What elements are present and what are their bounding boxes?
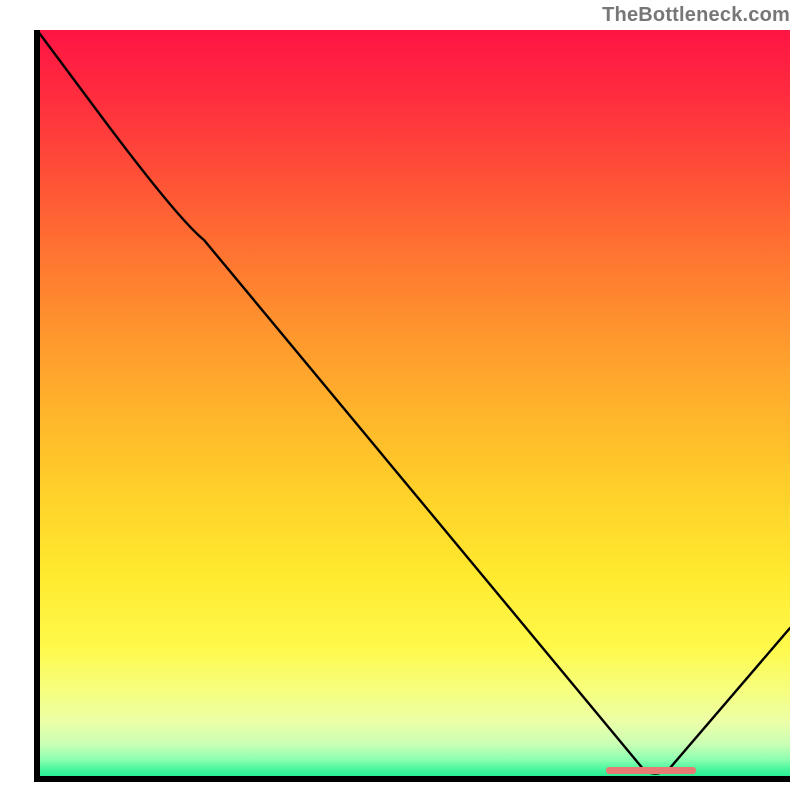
background-gradient: [34, 30, 790, 782]
watermark-text: TheBottleneck.com: [602, 4, 790, 27]
optimal-marker: [606, 767, 696, 774]
plot-area: [34, 30, 790, 782]
chart-container: { "watermark": "TheBottleneck.com", "cha…: [0, 0, 800, 800]
